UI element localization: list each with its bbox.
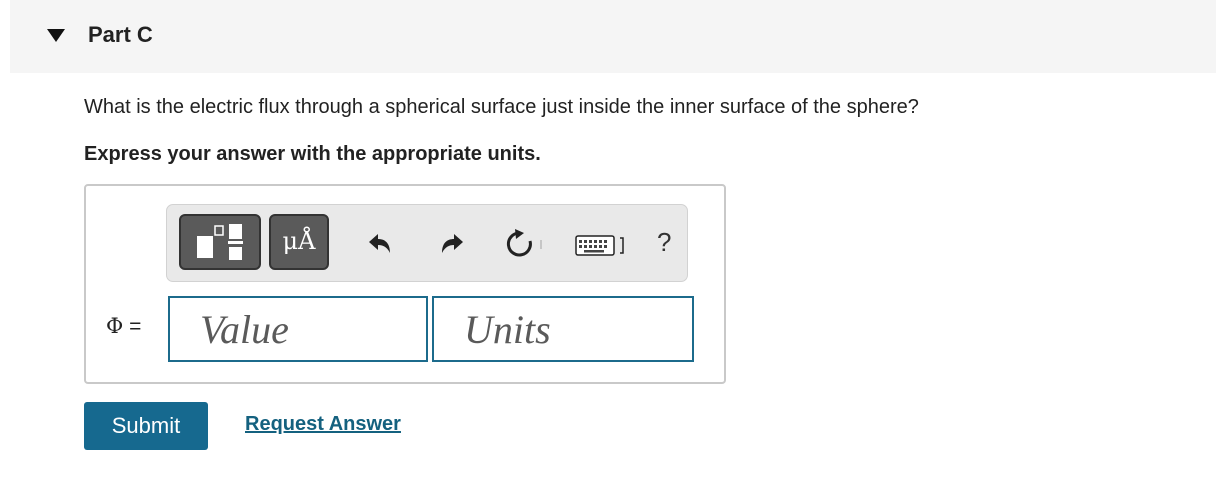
part-title: Part C	[88, 22, 153, 47]
collapse-toggle[interactable]	[36, 24, 66, 48]
templates-icon	[197, 224, 243, 260]
caret-down-icon	[47, 29, 65, 42]
value-input[interactable]	[168, 296, 428, 362]
undo-icon[interactable]	[365, 231, 395, 257]
answer-box: μÅ ? Φ =	[84, 184, 726, 384]
phi-symbol: Φ	[106, 314, 124, 338]
answer-variable-label: Φ =	[106, 314, 141, 339]
math-toolbar: μÅ ?	[166, 204, 688, 282]
reset-icon[interactable]	[505, 229, 545, 259]
part-header: Part C	[10, 0, 1216, 73]
templates-button[interactable]	[179, 214, 261, 270]
submit-button[interactable]: Submit	[84, 402, 208, 450]
units-input[interactable]	[432, 296, 694, 362]
answer-instruction: Express your answer with the appropriate…	[84, 143, 541, 165]
question-text: What is the electric flux through a sphe…	[84, 96, 919, 118]
help-icon[interactable]: ?	[657, 227, 671, 258]
equals-sign: =	[129, 315, 142, 338]
units-button[interactable]: μÅ	[269, 214, 329, 270]
units-button-label: μÅ	[282, 227, 316, 255]
keyboard-icon[interactable]	[575, 233, 633, 257]
redo-icon[interactable]	[437, 231, 467, 257]
request-answer-link[interactable]: Request Answer	[245, 413, 401, 436]
